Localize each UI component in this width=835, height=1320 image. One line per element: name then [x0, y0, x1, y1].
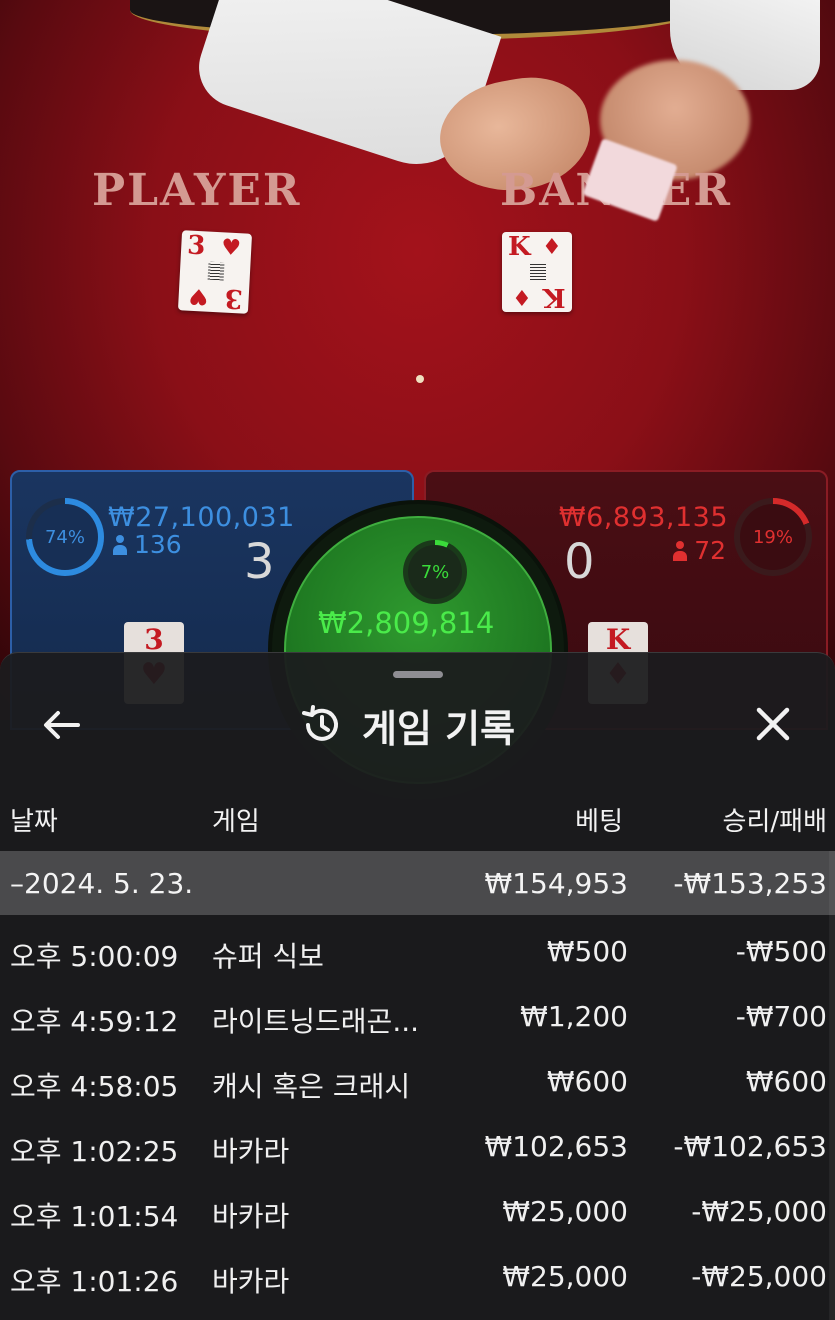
player-bettor-count: 136 [112, 530, 182, 559]
player-people-count: 136 [134, 530, 182, 559]
table-marker [416, 375, 424, 383]
banker-bettor-count: 72 [672, 536, 726, 565]
sheet-drag-handle[interactable] [393, 671, 443, 678]
date-group-win-loss-total: -₩153,253 [673, 866, 827, 900]
back-button[interactable] [40, 703, 84, 747]
card-suit: ♦ [542, 234, 562, 260]
row-win-loss: -₩102,653 [673, 1130, 827, 1163]
row-bet: ₩25,000 [502, 1260, 628, 1293]
row-win-loss: -₩25,000 [691, 1195, 827, 1228]
sheet-title: 게임 기록 [300, 697, 515, 753]
date-group-bet-total: ₩154,953 [484, 866, 628, 900]
banker-people-count: 72 [694, 536, 726, 565]
player-percent: 74% [32, 504, 98, 570]
row-game: 캐시 혹은 크래시 [212, 1070, 411, 1103]
card-rank: 3 [186, 230, 207, 262]
column-header-win-loss: 승리/패배 [722, 807, 827, 837]
row-time: 오후 4:58:05 [10, 1070, 179, 1103]
person-icon [672, 540, 688, 561]
row-win-loss: ₩600 [745, 1065, 827, 1098]
row-game: 바카라 [212, 1135, 290, 1168]
player-score: 3 [244, 534, 275, 590]
banker-score: 0 [564, 534, 595, 590]
column-header-bet: 베팅 [575, 807, 623, 837]
row-game: 라이트닝드래곤... [212, 1005, 420, 1038]
date-group-row[interactable]: –2024. 5. 23. ₩154,953 -₩153,253 [0, 851, 835, 915]
row-time: 오후 4:59:12 [10, 1005, 179, 1038]
player-percent-ring: 74% [26, 498, 104, 576]
row-time: 오후 1:01:54 [10, 1200, 179, 1233]
close-button[interactable] [750, 701, 796, 747]
row-game: 바카라 [212, 1265, 290, 1298]
game-history-sheet: 게임 기록 날짜 게임 베팅 승리/패배 –2024. 5. 23. ₩154,… [0, 652, 835, 1320]
player-total-bet: ₩27,100,031 [108, 502, 295, 533]
history-row[interactable]: 오후 4:58:05 캐시 혹은 크래시 ₩600 ₩600 [0, 1051, 835, 1116]
card-rank: K [543, 282, 566, 312]
card-rank: K [508, 232, 531, 262]
scrollbar[interactable] [829, 851, 835, 1320]
history-row[interactable]: 오후 1:01:54 바카라 ₩25,000 -₩25,000 [0, 1181, 835, 1246]
row-bet: ₩500 [546, 935, 628, 968]
close-icon [756, 707, 790, 741]
row-win-loss: -₩25,000 [691, 1260, 827, 1293]
player-dealt-card: 3 ♥ 3 ♥ [177, 230, 253, 314]
row-time: 오후 5:00:09 [10, 940, 179, 973]
card-barcode [207, 261, 225, 281]
history-clock-icon [302, 705, 338, 741]
history-title: 게임 기록 [362, 706, 516, 751]
row-game: 바카라 [212, 1200, 290, 1233]
arrow-left-icon [44, 711, 80, 739]
tie-percent: 7% [408, 545, 462, 599]
row-bet: ₩1,200 [520, 1000, 628, 1033]
tie-percent-ring: 7% [403, 540, 467, 604]
card-rank: 3 [223, 282, 244, 314]
card-suit: ♥ [220, 234, 242, 262]
history-row[interactable]: 오후 5:00:09 슈퍼 식보 ₩500 -₩500 [0, 921, 835, 986]
row-win-loss: -₩500 [735, 935, 827, 968]
row-win-loss: -₩700 [735, 1000, 827, 1033]
banker-total-bet: ₩6,893,135 [558, 502, 728, 533]
banker-dealt-card: K ♦ K ♦ [502, 232, 572, 312]
row-bet: ₩25,000 [502, 1195, 628, 1228]
person-icon [112, 534, 128, 555]
history-row[interactable]: 오후 1:02:25 바카라 ₩102,653 -₩102,653 [0, 1116, 835, 1181]
tie-total-bet: ₩2,809,814 [318, 606, 495, 640]
card-suit: ♦ [512, 284, 532, 310]
history-row[interactable]: 오후 1:01:26 바카라 ₩25,000 -₩25,000 [0, 1246, 835, 1311]
row-bet: ₩102,653 [484, 1130, 628, 1163]
history-row[interactable]: 오후 4:59:12 라이트닝드래곤... ₩1,200 -₩700 [0, 986, 835, 1051]
row-time: 오후 1:02:25 [10, 1135, 179, 1168]
column-header-game: 게임 [212, 807, 260, 837]
column-header-date: 날짜 [10, 807, 58, 837]
card-barcode [530, 262, 546, 280]
banker-percent: 19% [740, 504, 806, 570]
row-bet: ₩600 [546, 1065, 628, 1098]
history-list: 오후 5:00:09 슈퍼 식보 ₩500 -₩500 오후 4:59:12 라… [0, 921, 835, 1311]
banker-percent-ring: 19% [734, 498, 812, 576]
row-time: 오후 1:01:26 [10, 1265, 179, 1298]
row-game: 슈퍼 식보 [212, 940, 324, 973]
felt-player-label: PLAYER [92, 165, 302, 216]
card-suit: ♥ [188, 282, 210, 310]
date-group-date: –2024. 5. 23. [10, 866, 194, 900]
